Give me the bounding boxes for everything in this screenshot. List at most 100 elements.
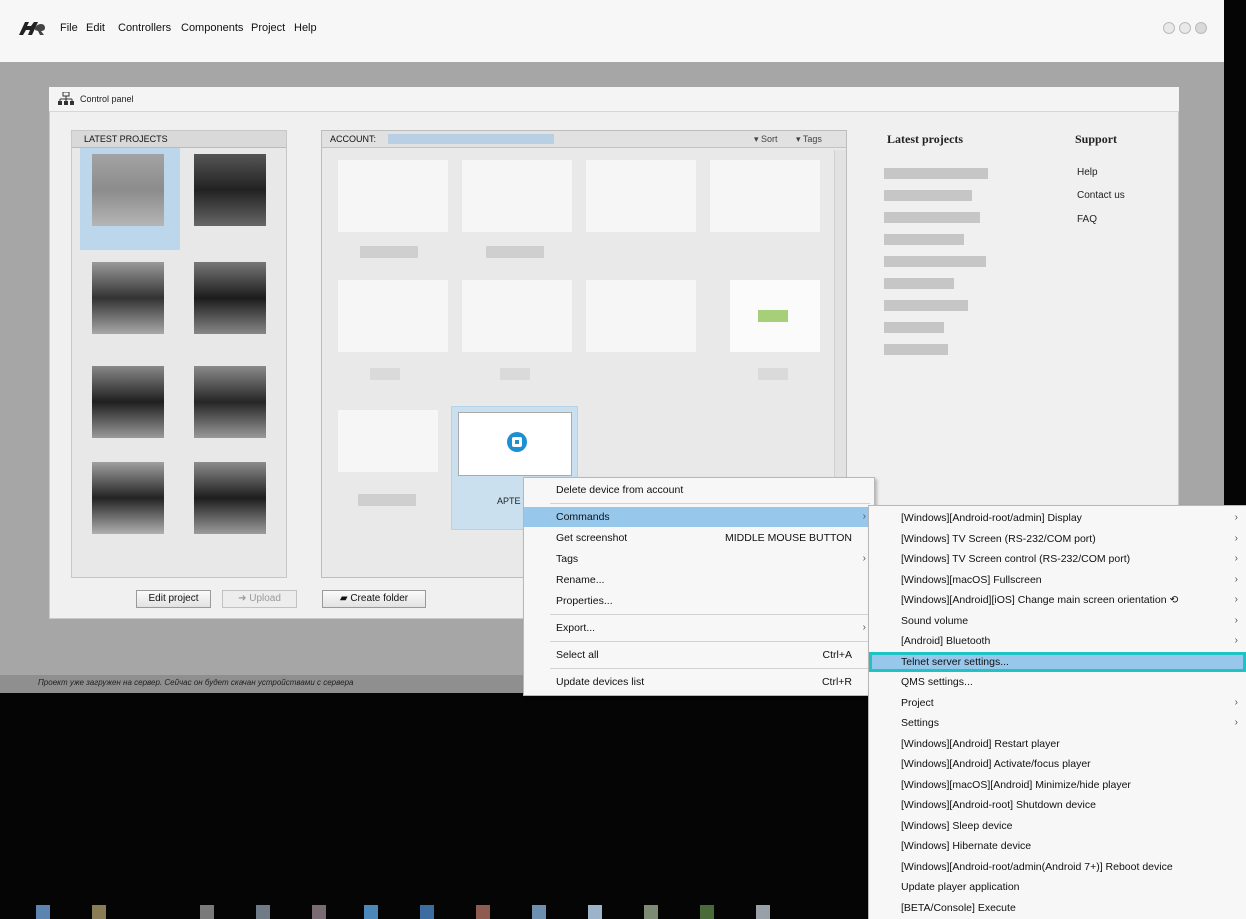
menu-label: Get screenshot: [556, 532, 628, 544]
cmd-sleep[interactable]: [Windows] Sleep device: [869, 816, 1246, 836]
taskbar-icon[interactable]: [200, 905, 214, 919]
device-tile[interactable]: [586, 160, 696, 232]
close-icon[interactable]: [1195, 22, 1207, 34]
cmd-shutdown[interactable]: [Windows][Android-root] Shutdown device: [869, 795, 1246, 815]
sort-dropdown[interactable]: ▾ Sort: [754, 134, 778, 145]
menu-export[interactable]: Export... ›: [524, 618, 874, 638]
project-thumbnail[interactable]: [92, 262, 164, 334]
cmd-settings[interactable]: Settings ›: [869, 713, 1246, 733]
menu-update-devices[interactable]: Update devices list Ctrl+R: [524, 672, 874, 692]
latest-project-link-redacted[interactable]: [884, 256, 986, 267]
cmd-execute[interactable]: [BETA/Console] Execute: [869, 898, 1246, 918]
menu-components[interactable]: Components: [181, 22, 243, 34]
menu-delete-device[interactable]: Delete device from account: [524, 480, 874, 500]
support-help-link[interactable]: Help: [1077, 167, 1098, 178]
cmd-update-player[interactable]: Update player application: [869, 877, 1246, 897]
chevron-right-icon: ›: [1234, 512, 1238, 523]
menu-get-screenshot[interactable]: Get screenshot MIDDLE MOUSE BUTTON: [524, 528, 874, 548]
chevron-right-icon: ›: [862, 553, 866, 564]
latest-projects-title: LATEST PROJECTS: [84, 134, 168, 144]
cmd-bluetooth[interactable]: [Android] Bluetooth ›: [869, 631, 1246, 651]
device-tile[interactable]: [710, 160, 820, 232]
device-tile[interactable]: [586, 280, 696, 352]
menu-select-all[interactable]: Select all Ctrl+A: [524, 645, 874, 665]
taskbar-icon[interactable]: [92, 905, 106, 919]
menu-project[interactable]: Project: [251, 22, 285, 34]
minimize-icon[interactable]: [1163, 22, 1175, 34]
cmd-activate-player[interactable]: [Windows][Android] Activate/focus player: [869, 754, 1246, 774]
upload-button[interactable]: ➜ Upload: [222, 590, 297, 608]
cmd-qms-settings[interactable]: QMS settings...: [869, 672, 1246, 692]
support-faq-link[interactable]: FAQ: [1077, 214, 1097, 225]
cmd-project[interactable]: Project ›: [869, 693, 1246, 713]
cmd-hibernate[interactable]: [Windows] Hibernate device: [869, 836, 1246, 856]
menu-rename[interactable]: Rename...: [524, 570, 874, 590]
latest-project-link-redacted[interactable]: [884, 278, 954, 289]
cmd-fullscreen[interactable]: [Windows][macOS] Fullscreen ›: [869, 570, 1246, 590]
taskbar-icon[interactable]: [756, 905, 770, 919]
taskbar-icon[interactable]: [420, 905, 434, 919]
cmd-sound-volume[interactable]: Sound volume ›: [869, 611, 1246, 631]
menu-help[interactable]: Help: [294, 22, 317, 34]
latest-project-link-redacted[interactable]: [884, 234, 964, 245]
cmd-minimize-player[interactable]: [Windows][macOS][Android] Minimize/hide …: [869, 775, 1246, 795]
project-thumbnail[interactable]: [92, 154, 164, 226]
taskbar-icon[interactable]: [644, 905, 658, 919]
chevron-right-icon: ›: [1234, 553, 1238, 564]
edit-project-button[interactable]: Edit project: [136, 590, 211, 608]
taskbar-icon[interactable]: [700, 905, 714, 919]
menu-label: Update player application: [901, 881, 1020, 893]
taskbar-icon[interactable]: [532, 905, 546, 919]
taskbar-icon[interactable]: [364, 905, 378, 919]
cmd-reboot[interactable]: [Windows][Android-root/admin(Android 7+)…: [869, 857, 1246, 877]
cmd-tv-screen-control[interactable]: [Windows] TV Screen control (RS-232/COM …: [869, 549, 1246, 569]
create-folder-button[interactable]: ▰ Create folder: [322, 590, 426, 608]
account-scrollbar[interactable]: [834, 150, 846, 530]
device-tile[interactable]: [462, 280, 572, 352]
menu-label: [Windows] TV Screen (RS-232/COM port): [901, 532, 1096, 545]
menu-label: [BETA/Console] Execute: [901, 901, 1016, 914]
project-thumbnail[interactable]: [92, 462, 164, 534]
taskbar-icon[interactable]: [312, 905, 326, 919]
project-thumbnail[interactable]: [92, 366, 164, 438]
menu-file[interactable]: File: [60, 22, 78, 34]
menu-label: Commands: [556, 511, 610, 523]
cmd-display[interactable]: [Windows][Android-root/admin] Display ›: [869, 508, 1246, 528]
project-thumbnail[interactable]: [194, 462, 266, 534]
device-tile[interactable]: [338, 160, 448, 232]
project-thumbnail[interactable]: [194, 262, 266, 334]
chevron-right-icon: ›: [1234, 635, 1238, 646]
menu-controllers[interactable]: Controllers: [118, 22, 171, 34]
cmd-tv-screen[interactable]: [Windows] TV Screen (RS-232/COM port) ›: [869, 529, 1246, 549]
menu-label: Project: [901, 696, 934, 709]
latest-project-link-redacted[interactable]: [884, 300, 968, 311]
device-tile[interactable]: [462, 160, 572, 232]
menu-properties[interactable]: Properties...: [524, 591, 874, 611]
menu-tags[interactable]: Tags ›: [524, 549, 874, 569]
tags-dropdown[interactable]: ▾ Tags: [796, 134, 822, 145]
latest-project-link-redacted[interactable]: [884, 190, 972, 201]
latest-project-link-redacted[interactable]: [884, 212, 980, 223]
device-tile[interactable]: [338, 280, 448, 352]
menu-commands[interactable]: Commands ›: [524, 507, 874, 527]
support-contact-link[interactable]: Contact us: [1077, 190, 1125, 201]
taskbar-icon[interactable]: [476, 905, 490, 919]
project-thumbnail[interactable]: [194, 154, 266, 226]
latest-project-link-redacted[interactable]: [884, 344, 948, 355]
taskbar-icon[interactable]: [36, 905, 50, 919]
latest-project-link-redacted[interactable]: [884, 168, 988, 179]
chevron-right-icon: ›: [1234, 594, 1238, 605]
menu-label: Delete device from account: [556, 484, 684, 496]
maximize-icon[interactable]: [1179, 22, 1191, 34]
latest-project-link-redacted[interactable]: [884, 322, 944, 333]
device-label-redacted: [500, 368, 530, 380]
cmd-restart-player[interactable]: [Windows][Android] Restart player: [869, 734, 1246, 754]
project-thumbnail[interactable]: [194, 366, 266, 438]
taskbar-icon[interactable]: [256, 905, 270, 919]
taskbar-icon[interactable]: [588, 905, 602, 919]
device-tile[interactable]: [338, 410, 438, 472]
menu-edit[interactable]: Edit: [86, 22, 105, 34]
cmd-orientation[interactable]: [Windows][Android][iOS] Change main scre…: [869, 590, 1246, 610]
cmd-telnet-settings[interactable]: Telnet server settings...: [869, 651, 1246, 672]
chevron-right-icon: ›: [1234, 717, 1238, 728]
